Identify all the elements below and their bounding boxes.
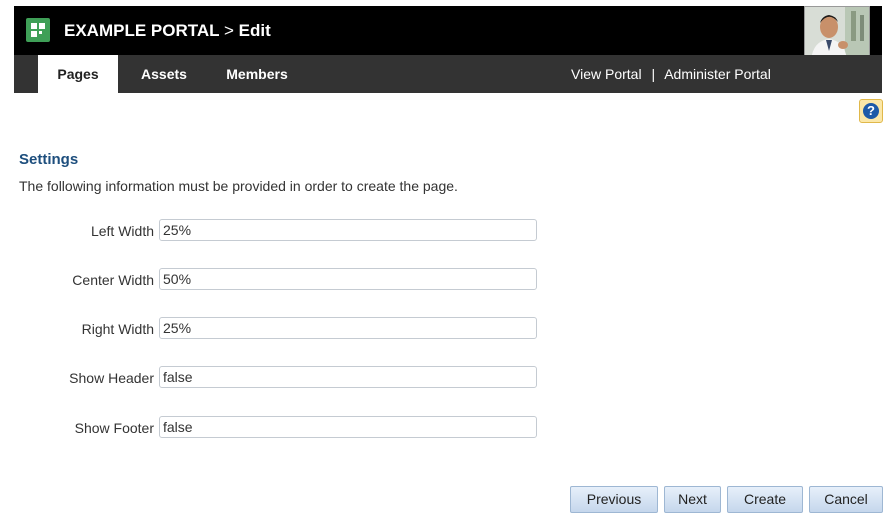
show-footer-label: Show Footer xyxy=(74,420,154,436)
view-portal-link[interactable]: View Portal xyxy=(571,66,642,82)
form-row-right-width: Right Width xyxy=(0,317,887,341)
right-width-label: Right Width xyxy=(81,321,154,337)
cancel-button[interactable]: Cancel xyxy=(809,486,883,513)
left-width-label: Left Width xyxy=(90,223,154,239)
portal-name: EXAMPLE PORTAL xyxy=(64,21,220,40)
show-header-input[interactable] xyxy=(159,366,537,388)
tab-assets[interactable]: Assets xyxy=(124,55,204,93)
show-header-label: Show Header xyxy=(69,370,154,386)
nav-divider: | xyxy=(651,66,656,82)
show-footer-input[interactable] xyxy=(159,416,537,438)
settings-description: The following information must be provid… xyxy=(19,178,458,194)
help-icon[interactable]: ? xyxy=(859,99,883,123)
form-row-center-width: Center Width xyxy=(0,268,887,292)
help-glyph: ? xyxy=(863,103,879,119)
edit-mode-label: Edit xyxy=(238,21,271,40)
form-row-left-width: Left Width xyxy=(0,219,887,243)
tab-pages[interactable]: Pages xyxy=(38,55,118,93)
title-separator: > xyxy=(223,21,234,40)
center-width-input[interactable] xyxy=(159,268,537,290)
settings-title: Settings xyxy=(19,151,79,168)
user-avatar[interactable] xyxy=(804,6,870,61)
create-button[interactable]: Create xyxy=(727,486,803,513)
main-nav: Pages Assets Members View Portal | Admin… xyxy=(14,55,882,93)
portal-grid-icon xyxy=(26,18,50,42)
right-width-input[interactable] xyxy=(159,317,537,339)
form-row-show-footer: Show Footer xyxy=(0,416,887,440)
center-width-label: Center Width xyxy=(72,272,154,288)
next-button[interactable]: Next xyxy=(664,486,721,513)
administer-portal-link[interactable]: Administer Portal xyxy=(664,66,771,82)
form-row-show-header: Show Header xyxy=(0,366,887,390)
portal-header: EXAMPLE PORTAL > Edit xyxy=(14,6,882,55)
nav-links: View Portal | Administer Portal xyxy=(571,55,771,93)
left-width-input[interactable] xyxy=(159,219,537,241)
previous-button[interactable]: Previous xyxy=(570,486,658,513)
page-title: EXAMPLE PORTAL > Edit xyxy=(64,21,271,41)
tab-members[interactable]: Members xyxy=(214,55,300,93)
